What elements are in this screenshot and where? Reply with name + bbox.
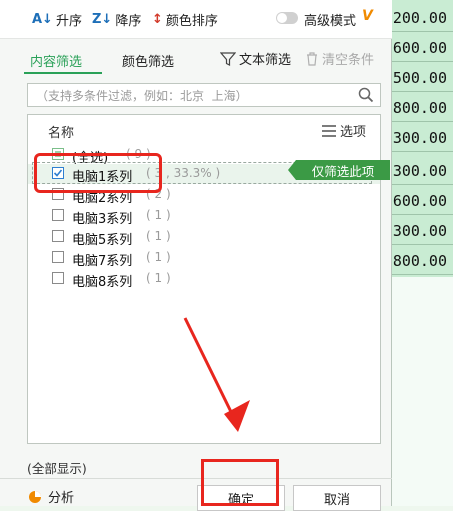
cell[interactable]: 300.00 [388, 217, 453, 245]
advanced-mode-toggle[interactable] [276, 12, 298, 24]
search-icon[interactable] [358, 87, 374, 103]
cell[interactable]: 800.00 [388, 247, 453, 275]
checkbox[interactable] [52, 209, 64, 221]
checkbox[interactable] [52, 251, 64, 263]
sort-descending-button[interactable]: Z↓ 降序 [92, 10, 141, 29]
cell[interactable]: 600.00 [388, 34, 453, 62]
cell[interactable]: 800.00 [388, 94, 453, 122]
options-label: 选项 [340, 125, 367, 140]
item-label: 电脑3系列 [72, 212, 133, 227]
list-header: 名称 选项 [28, 115, 380, 143]
analysis-label: 分析 [48, 491, 75, 506]
cell[interactable]: 200.00 [388, 4, 453, 32]
list-item[interactable]: 电脑3系列 ( 1 ) [28, 206, 380, 227]
text-filter-button[interactable]: 文本筛选 [220, 49, 291, 68]
empty-cells [388, 277, 453, 506]
cancel-button[interactable]: 取消 [293, 485, 381, 511]
trash-icon [307, 51, 317, 66]
item-count: ( 1 ) [146, 250, 171, 264]
color-sort-button[interactable]: ↕ 颜色排序 [152, 10, 218, 29]
sort-ascending-label: 升序 [55, 14, 82, 29]
clear-conditions-button[interactable]: 清空条件 [305, 49, 374, 68]
sort-descending-label: 降序 [115, 14, 142, 29]
list-item[interactable]: 电脑5系列 ( 1 ) [28, 227, 380, 248]
item-label: 电脑7系列 [72, 254, 133, 269]
tab-content-filter[interactable]: 内容筛选 [30, 51, 82, 70]
pie-chart-icon [29, 490, 41, 503]
clear-conditions-label: 清空条件 [322, 53, 375, 68]
spreadsheet-column: 200.00 600.00 500.00 800.00 300.00 300.0… [388, 0, 453, 506]
item-count: ( 1 ) [146, 229, 171, 243]
checkbox[interactable] [52, 272, 64, 284]
show-all-link[interactable]: (全部显示) [27, 458, 87, 477]
sort-ascending-icon: A↓ [32, 12, 53, 27]
tab-color-filter[interactable]: 颜色筛选 [122, 51, 174, 70]
list-item[interactable]: 电脑7系列 ( 1 ) [28, 248, 380, 269]
analysis-button[interactable]: 分析 [28, 487, 74, 506]
cell[interactable]: 300.00 [388, 157, 453, 185]
sort-descending-icon: Z↓ [92, 12, 113, 27]
color-sort-icon: ↕ [152, 12, 163, 27]
filter-panel: A↓ 升序 Z↓ 降序 ↕ 颜色排序 高级模式 V 内容筛选 颜色筛选 文本筛选 [0, 0, 392, 511]
active-tab-indicator [24, 72, 102, 74]
menu-icon [322, 124, 336, 137]
item-count: ( 1 ) [146, 208, 171, 222]
cell[interactable]: 600.00 [388, 187, 453, 215]
sort-ascending-button[interactable]: A↓ 升序 [32, 10, 82, 29]
column-name-header: 名称 [48, 126, 75, 141]
sort-bar: A↓ 升序 Z↓ 降序 ↕ 颜色排序 高级模式 V [0, 0, 392, 39]
annotation-highlight-ok [201, 459, 279, 506]
advanced-mode-vip-icon: V [362, 8, 373, 24]
list-item[interactable]: 电脑8系列 ( 1 ) [28, 269, 380, 290]
footer-bar: 分析 确定 取消 [0, 478, 392, 511]
cell[interactable]: 500.00 [388, 64, 453, 92]
item-label: 电脑5系列 [72, 233, 133, 248]
cell[interactable]: 300.00 [388, 124, 453, 152]
color-sort-label: 颜色排序 [165, 14, 218, 29]
filter-tabs: 内容筛选 颜色筛选 文本筛选 清空条件 [0, 44, 392, 74]
only-filter-this-button[interactable]: 仅筛选此项 [288, 160, 390, 180]
funnel-icon [220, 51, 236, 66]
search-box [27, 83, 381, 107]
advanced-mode-label: 高级模式 [304, 14, 357, 29]
text-filter-label: 文本筛选 [239, 53, 292, 68]
checkbox[interactable] [52, 230, 64, 242]
options-button[interactable]: 选项 [322, 121, 366, 140]
item-label: 电脑8系列 [72, 275, 133, 290]
search-input[interactable] [34, 86, 348, 106]
annotation-highlight-item [34, 153, 162, 193]
item-count: ( 1 ) [146, 271, 171, 285]
